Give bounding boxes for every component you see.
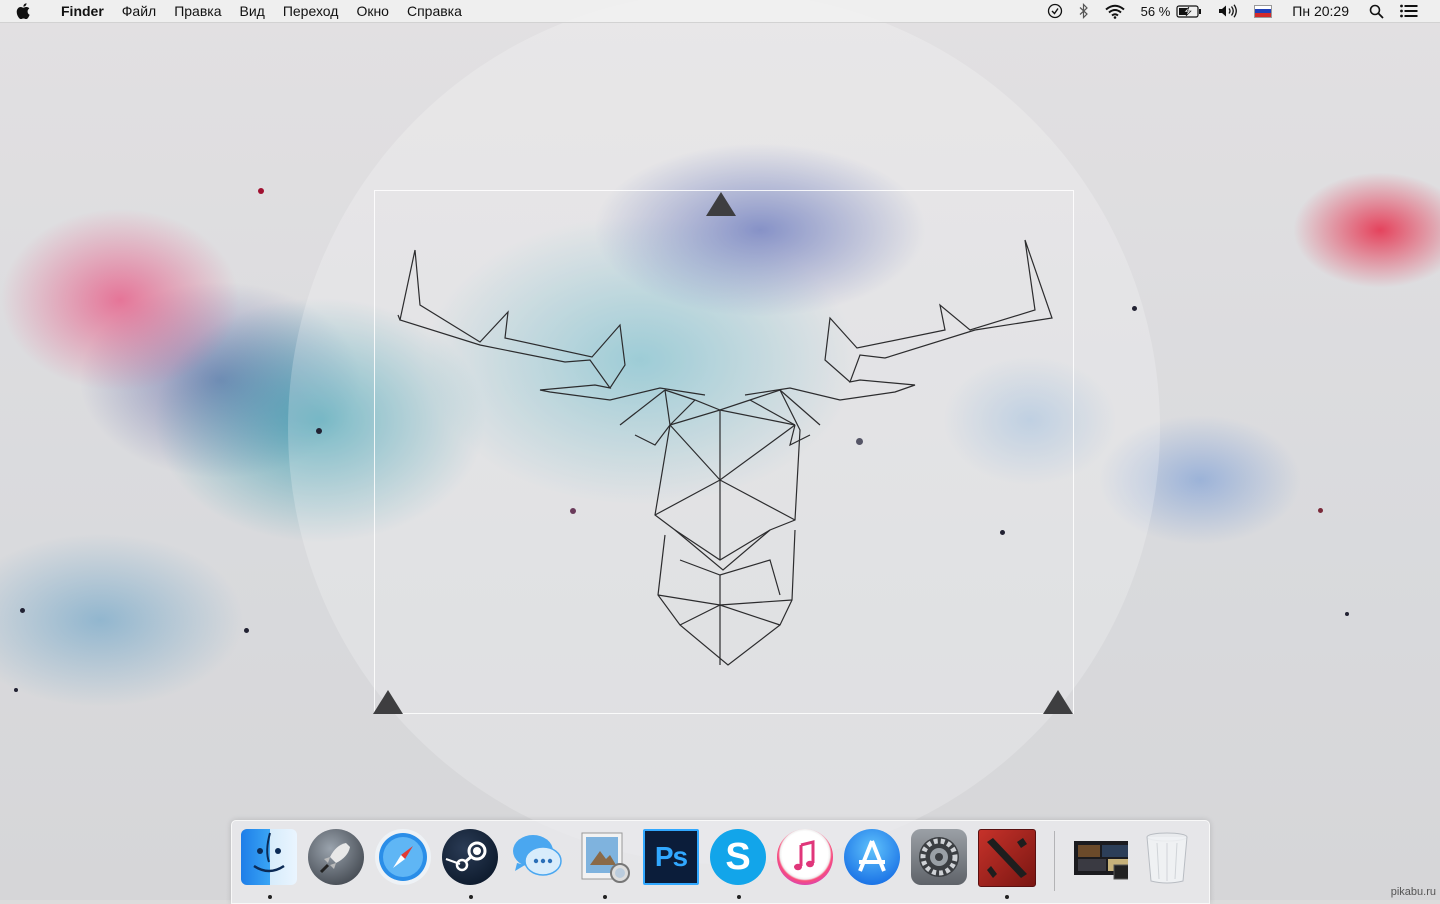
battery-charging-icon[interactable]	[1173, 0, 1210, 22]
photoshop-icon: Ps	[643, 829, 699, 885]
steam-icon	[442, 829, 498, 885]
dock-trash[interactable]	[1139, 829, 1197, 887]
wallpaper-speck	[20, 608, 25, 613]
watermark: pikabu.ru	[1390, 886, 1436, 898]
dock-appstore[interactable]	[844, 829, 902, 887]
menu-bar: Finder Файл Правка Вид Переход Окно Спра…	[0, 0, 1440, 23]
menu-file[interactable]: Файл	[113, 0, 165, 22]
finder-icon	[241, 829, 297, 885]
dock-messages[interactable]	[509, 829, 567, 887]
menu-edit[interactable]: Правка	[165, 0, 230, 22]
dock-safari[interactable]	[375, 829, 433, 887]
dock-photoshop[interactable]: Ps	[643, 829, 701, 887]
wallpaper-speck	[856, 438, 863, 445]
deer-head-illustration	[397, 239, 1053, 666]
dock-skype[interactable]: S	[710, 829, 768, 887]
stack-icon	[1072, 829, 1128, 885]
safari-icon	[375, 829, 431, 885]
dock-system-preferences[interactable]	[911, 829, 969, 887]
wallpaper-speck	[570, 508, 576, 514]
running-indicator	[1005, 895, 1009, 899]
volume-icon[interactable]	[1210, 0, 1246, 22]
running-indicator	[603, 895, 607, 899]
triangle-icon	[1043, 690, 1073, 714]
menu-clock[interactable]: Пн 20:29	[1280, 0, 1361, 22]
wallpaper-speck	[14, 688, 18, 692]
dock-dota2[interactable]	[978, 829, 1036, 887]
wifi-icon[interactable]	[1097, 0, 1133, 22]
wallpaper-speck	[1345, 612, 1349, 616]
wallpaper-speck	[316, 428, 322, 434]
triangle-icon	[706, 192, 736, 216]
dock-stack[interactable]	[1072, 829, 1130, 887]
flag-russia-icon[interactable]	[1246, 0, 1280, 22]
appstore-icon	[844, 829, 900, 885]
dock-finder[interactable]	[241, 829, 299, 887]
wallpaper-speck	[1000, 530, 1005, 535]
system-preferences-icon	[911, 829, 967, 885]
triangle-icon	[373, 690, 403, 714]
battery-percent[interactable]: 56 %	[1133, 0, 1174, 22]
running-indicator	[469, 895, 473, 899]
bluetooth-icon[interactable]	[1071, 0, 1097, 22]
wallpaper-speck	[258, 188, 264, 194]
dock-preview[interactable]	[576, 829, 634, 887]
wallpaper-speck	[1318, 508, 1323, 513]
skype-label: S	[725, 835, 751, 878]
dock-separator	[1054, 831, 1055, 891]
dock-steam[interactable]	[442, 829, 500, 887]
dock: Ps S	[231, 820, 1210, 904]
running-indicator	[268, 895, 272, 899]
messages-icon	[509, 829, 565, 885]
menu-view[interactable]: Вид	[231, 0, 274, 22]
wallpaper-speck	[244, 628, 249, 633]
dota2-icon	[978, 829, 1036, 887]
menu-help[interactable]: Справка	[398, 0, 471, 22]
menu-go[interactable]: Переход	[274, 0, 348, 22]
menu-window[interactable]: Окно	[347, 0, 398, 22]
timemachine-icon[interactable]	[1039, 0, 1071, 22]
dock-itunes[interactable]	[777, 829, 835, 887]
spotlight-icon[interactable]	[1361, 0, 1392, 22]
trash-icon	[1139, 829, 1195, 885]
launchpad-icon	[308, 829, 364, 885]
menu-app-name[interactable]: Finder	[52, 0, 113, 22]
dock-launchpad[interactable]	[308, 829, 366, 887]
itunes-icon	[777, 829, 833, 885]
notification-center-icon[interactable]	[1392, 0, 1426, 22]
wallpaper-speck	[1132, 306, 1137, 311]
apple-menu-icon[interactable]	[16, 3, 38, 19]
skype-icon: S	[710, 829, 766, 885]
running-indicator	[737, 895, 741, 899]
preview-icon	[576, 829, 632, 885]
photoshop-label: Ps	[654, 841, 688, 872]
